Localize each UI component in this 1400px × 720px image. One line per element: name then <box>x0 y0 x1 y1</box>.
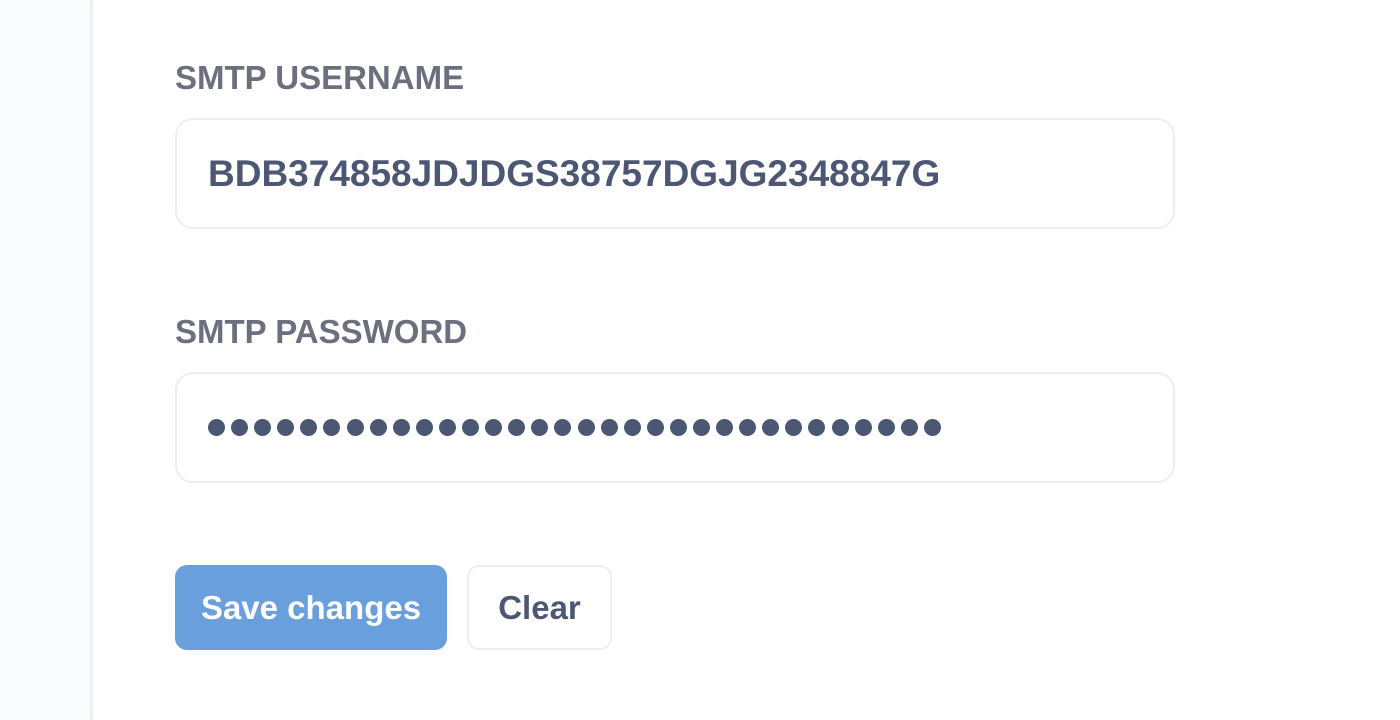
password-mask-dot <box>323 419 341 436</box>
password-mask-dot <box>346 419 364 436</box>
smtp-username-field[interactable] <box>175 118 1175 229</box>
password-mask-dot <box>231 419 249 436</box>
password-mask-dot <box>623 419 641 436</box>
password-mask-dot <box>646 419 664 436</box>
password-mask-dot <box>739 419 757 436</box>
password-mask-dot <box>854 419 872 436</box>
smtp-username-input[interactable] <box>208 152 1173 195</box>
password-mask-dot <box>415 419 433 436</box>
password-mask-dot <box>531 419 549 436</box>
password-mask-dot <box>438 419 456 436</box>
password-mask-dot <box>716 419 734 436</box>
password-mask-dot <box>300 419 318 436</box>
password-mask-dot <box>600 419 618 436</box>
password-mask-dot <box>208 419 225 436</box>
password-mask-dot <box>485 419 503 436</box>
password-mask-dot <box>277 419 295 436</box>
password-mask-dot <box>762 419 780 436</box>
smtp-settings-form: SMTP USERNAME SMTP PASSWORD Save changes… <box>94 0 1400 720</box>
password-mask-dot <box>392 419 410 436</box>
password-mask-dot <box>369 419 387 436</box>
password-mask-dot <box>808 419 826 436</box>
password-mask-dot <box>508 419 526 436</box>
sidebar <box>0 0 92 720</box>
smtp-password-input[interactable] <box>208 419 947 436</box>
password-mask-dot <box>554 419 572 436</box>
password-mask-dot <box>669 419 687 436</box>
clear-button[interactable]: Clear <box>467 565 612 650</box>
password-mask-dot <box>577 419 595 436</box>
save-changes-button[interactable]: Save changes <box>175 565 447 650</box>
smtp-password-label: SMTP PASSWORD <box>175 313 468 350</box>
password-mask-dot <box>692 419 710 436</box>
password-mask-dot <box>900 419 918 436</box>
smtp-username-label: SMTP USERNAME <box>175 59 465 96</box>
password-mask-dot <box>462 419 480 436</box>
password-mask-dot <box>831 419 849 436</box>
password-mask-dot <box>877 419 895 436</box>
password-mask-dot <box>254 419 272 436</box>
password-mask-dot <box>923 419 941 436</box>
password-mask-dot <box>785 419 803 436</box>
smtp-password-field[interactable] <box>175 372 1175 483</box>
